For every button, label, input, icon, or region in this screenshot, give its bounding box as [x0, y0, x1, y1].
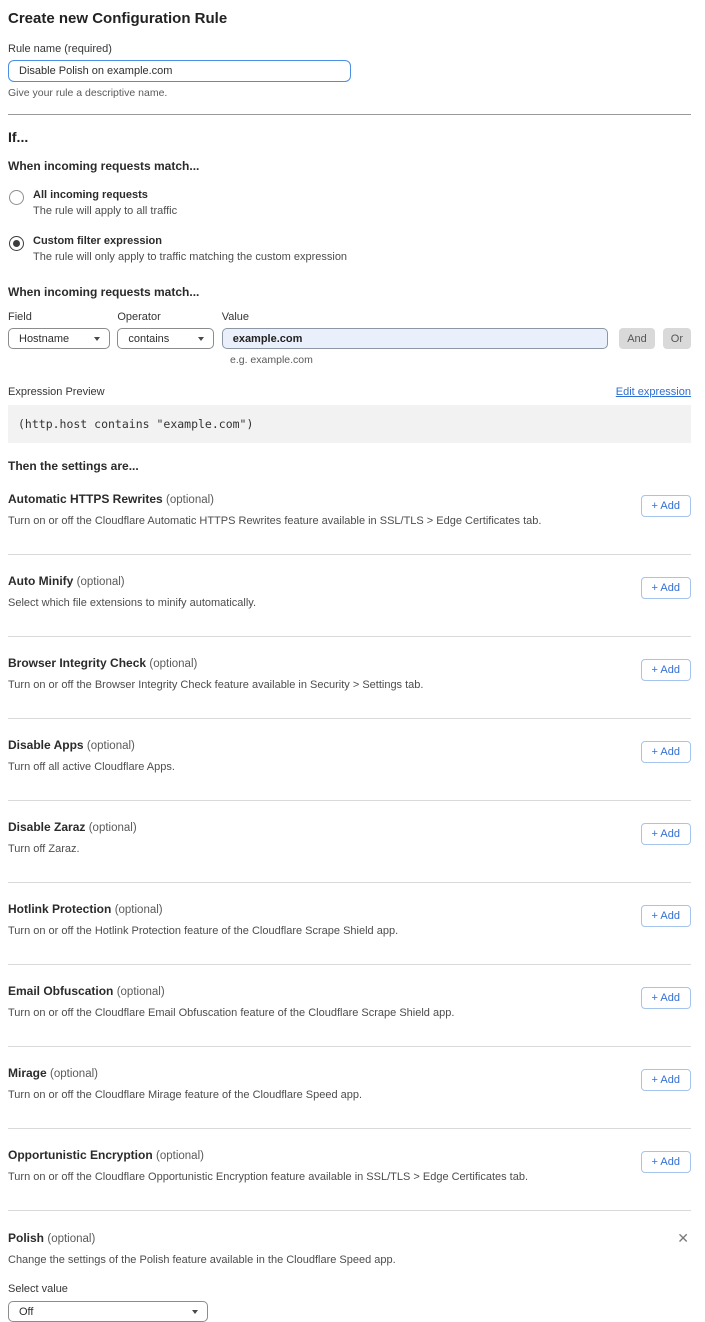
operator-label: Operator — [117, 311, 213, 323]
polish-select-value: Off — [19, 1306, 33, 1318]
setting-name: Email Obfuscation — [8, 984, 113, 998]
setting-optional-label: (optional) — [89, 822, 137, 834]
setting-row-mirage: Mirage (optional) Turn on or off the Clo… — [8, 1047, 691, 1129]
chevron-down-icon — [198, 337, 204, 341]
add-button[interactable]: + Add — [641, 741, 691, 763]
setting-row-polish-expanded: Polish (optional) ✕ Change the settings … — [8, 1211, 691, 1322]
page-title: Create new Configuration Rule — [8, 10, 691, 27]
setting-name: Opportunistic Encryption — [8, 1148, 153, 1162]
setting-row-email-obfuscation: Email Obfuscation (optional) Turn on or … — [8, 965, 691, 1047]
then-settings-heading: Then the settings are... — [8, 459, 691, 473]
setting-row-hotlink-protection: Hotlink Protection (optional) Turn on or… — [8, 883, 691, 965]
setting-description: Turn on or off the Cloudflare Mirage fea… — [8, 1089, 362, 1101]
add-button[interactable]: + Add — [641, 495, 691, 517]
or-button[interactable]: Or — [663, 328, 691, 349]
edit-expression-link[interactable]: Edit expression — [616, 386, 691, 398]
radio-description: The rule will only apply to traffic matc… — [33, 251, 347, 263]
setting-row-browser-integrity-check: Browser Integrity Check (optional) Turn … — [8, 637, 691, 719]
setting-name: Auto Minify — [8, 574, 73, 588]
radio-description: The rule will apply to all traffic — [33, 205, 177, 217]
field-select-value: Hostname — [19, 333, 69, 345]
setting-name: Disable Apps — [8, 738, 84, 752]
setting-optional-label: (optional) — [156, 1150, 204, 1162]
radio-custom-filter-expression[interactable]: Custom filter expression The rule will o… — [8, 235, 691, 263]
builder-heading: When incoming requests match... — [8, 285, 691, 299]
create-configuration-rule-form: Create new Configuration Rule Rule name … — [0, 0, 705, 1322]
operator-select[interactable]: contains — [117, 328, 213, 349]
expression-preview-label: Expression Preview — [8, 386, 105, 398]
add-button[interactable]: + Add — [641, 659, 691, 681]
setting-name: Hotlink Protection — [8, 902, 111, 916]
setting-row-disable-apps: Disable Apps (optional) Turn off all act… — [8, 719, 691, 801]
radio-button-icon[interactable] — [9, 236, 24, 251]
setting-description: Change the settings of the Polish featur… — [8, 1254, 691, 1266]
setting-optional-label: (optional) — [50, 1068, 98, 1080]
field-select[interactable]: Hostname — [8, 328, 110, 349]
add-button[interactable]: + Add — [641, 823, 691, 845]
expression-preview-section: Expression Preview Edit expression (http… — [8, 386, 691, 443]
radio-label: Custom filter expression — [33, 235, 347, 247]
setting-row-auto-minify: Auto Minify (optional) Select which file… — [8, 555, 691, 637]
polish-value-select[interactable]: Off — [8, 1301, 208, 1322]
setting-optional-label: (optional) — [117, 986, 165, 998]
setting-description: Turn on or off the Cloudflare Email Obfu… — [8, 1007, 454, 1019]
setting-name: Disable Zaraz — [8, 820, 85, 834]
setting-name: Mirage — [8, 1066, 47, 1080]
value-hint: e.g. example.com — [230, 354, 691, 366]
and-button[interactable]: And — [619, 328, 655, 349]
setting-optional-label: (optional) — [166, 494, 214, 506]
radio-button-icon[interactable] — [9, 190, 24, 205]
match-heading: When incoming requests match... — [8, 159, 691, 173]
setting-row-opportunistic-encryption: Opportunistic Encryption (optional) Turn… — [8, 1129, 691, 1211]
setting-description: Turn on or off the Browser Integrity Che… — [8, 679, 423, 691]
section-divider — [8, 114, 691, 115]
field-label: Field — [8, 311, 110, 323]
setting-optional-label: (optional) — [47, 1233, 95, 1245]
rule-name-label: Rule name (required) — [8, 43, 691, 55]
if-heading: If... — [8, 129, 691, 145]
add-button[interactable]: + Add — [641, 1151, 691, 1173]
value-input[interactable] — [222, 328, 608, 349]
setting-name: Browser Integrity Check — [8, 656, 146, 670]
setting-optional-label: (optional) — [77, 576, 125, 588]
setting-description: Turn off all active Cloudflare Apps. — [8, 761, 175, 773]
chevron-down-icon — [94, 337, 100, 341]
setting-description: Turn on or off the Cloudflare Automatic … — [8, 515, 541, 527]
operator-select-value: contains — [128, 333, 169, 345]
value-label: Value — [222, 311, 608, 323]
setting-description: Turn on or off the Cloudflare Opportunis… — [8, 1171, 528, 1183]
select-value-label: Select value — [8, 1283, 691, 1295]
setting-description: Turn on or off the Hotlink Protection fe… — [8, 925, 398, 937]
add-button[interactable]: + Add — [641, 577, 691, 599]
rule-name-help: Give your rule a descriptive name. — [8, 87, 691, 99]
setting-optional-label: (optional) — [115, 904, 163, 916]
radio-label: All incoming requests — [33, 189, 177, 201]
chevron-down-icon — [192, 1310, 198, 1314]
expression-builder: When incoming requests match... Field Ho… — [8, 285, 691, 366]
setting-optional-label: (optional) — [87, 740, 135, 752]
setting-description: Turn off Zaraz. — [8, 843, 137, 855]
setting-row-automatic-https-rewrites: Automatic HTTPS Rewrites (optional) Turn… — [8, 473, 691, 555]
add-button[interactable]: + Add — [641, 905, 691, 927]
setting-optional-label: (optional) — [149, 658, 197, 670]
setting-name: Polish — [8, 1231, 44, 1245]
add-button[interactable]: + Add — [641, 1069, 691, 1091]
setting-row-disable-zaraz: Disable Zaraz (optional) Turn off Zaraz.… — [8, 801, 691, 883]
setting-name: Automatic HTTPS Rewrites — [8, 492, 163, 506]
setting-description: Select which file extensions to minify a… — [8, 597, 256, 609]
radio-all-incoming-requests[interactable]: All incoming requests The rule will appl… — [8, 189, 691, 217]
expression-preview-code: (http.host contains "example.com") — [8, 405, 691, 443]
add-button[interactable]: + Add — [641, 987, 691, 1009]
rule-name-input[interactable] — [8, 60, 351, 82]
close-icon[interactable]: ✕ — [677, 1231, 689, 1245]
